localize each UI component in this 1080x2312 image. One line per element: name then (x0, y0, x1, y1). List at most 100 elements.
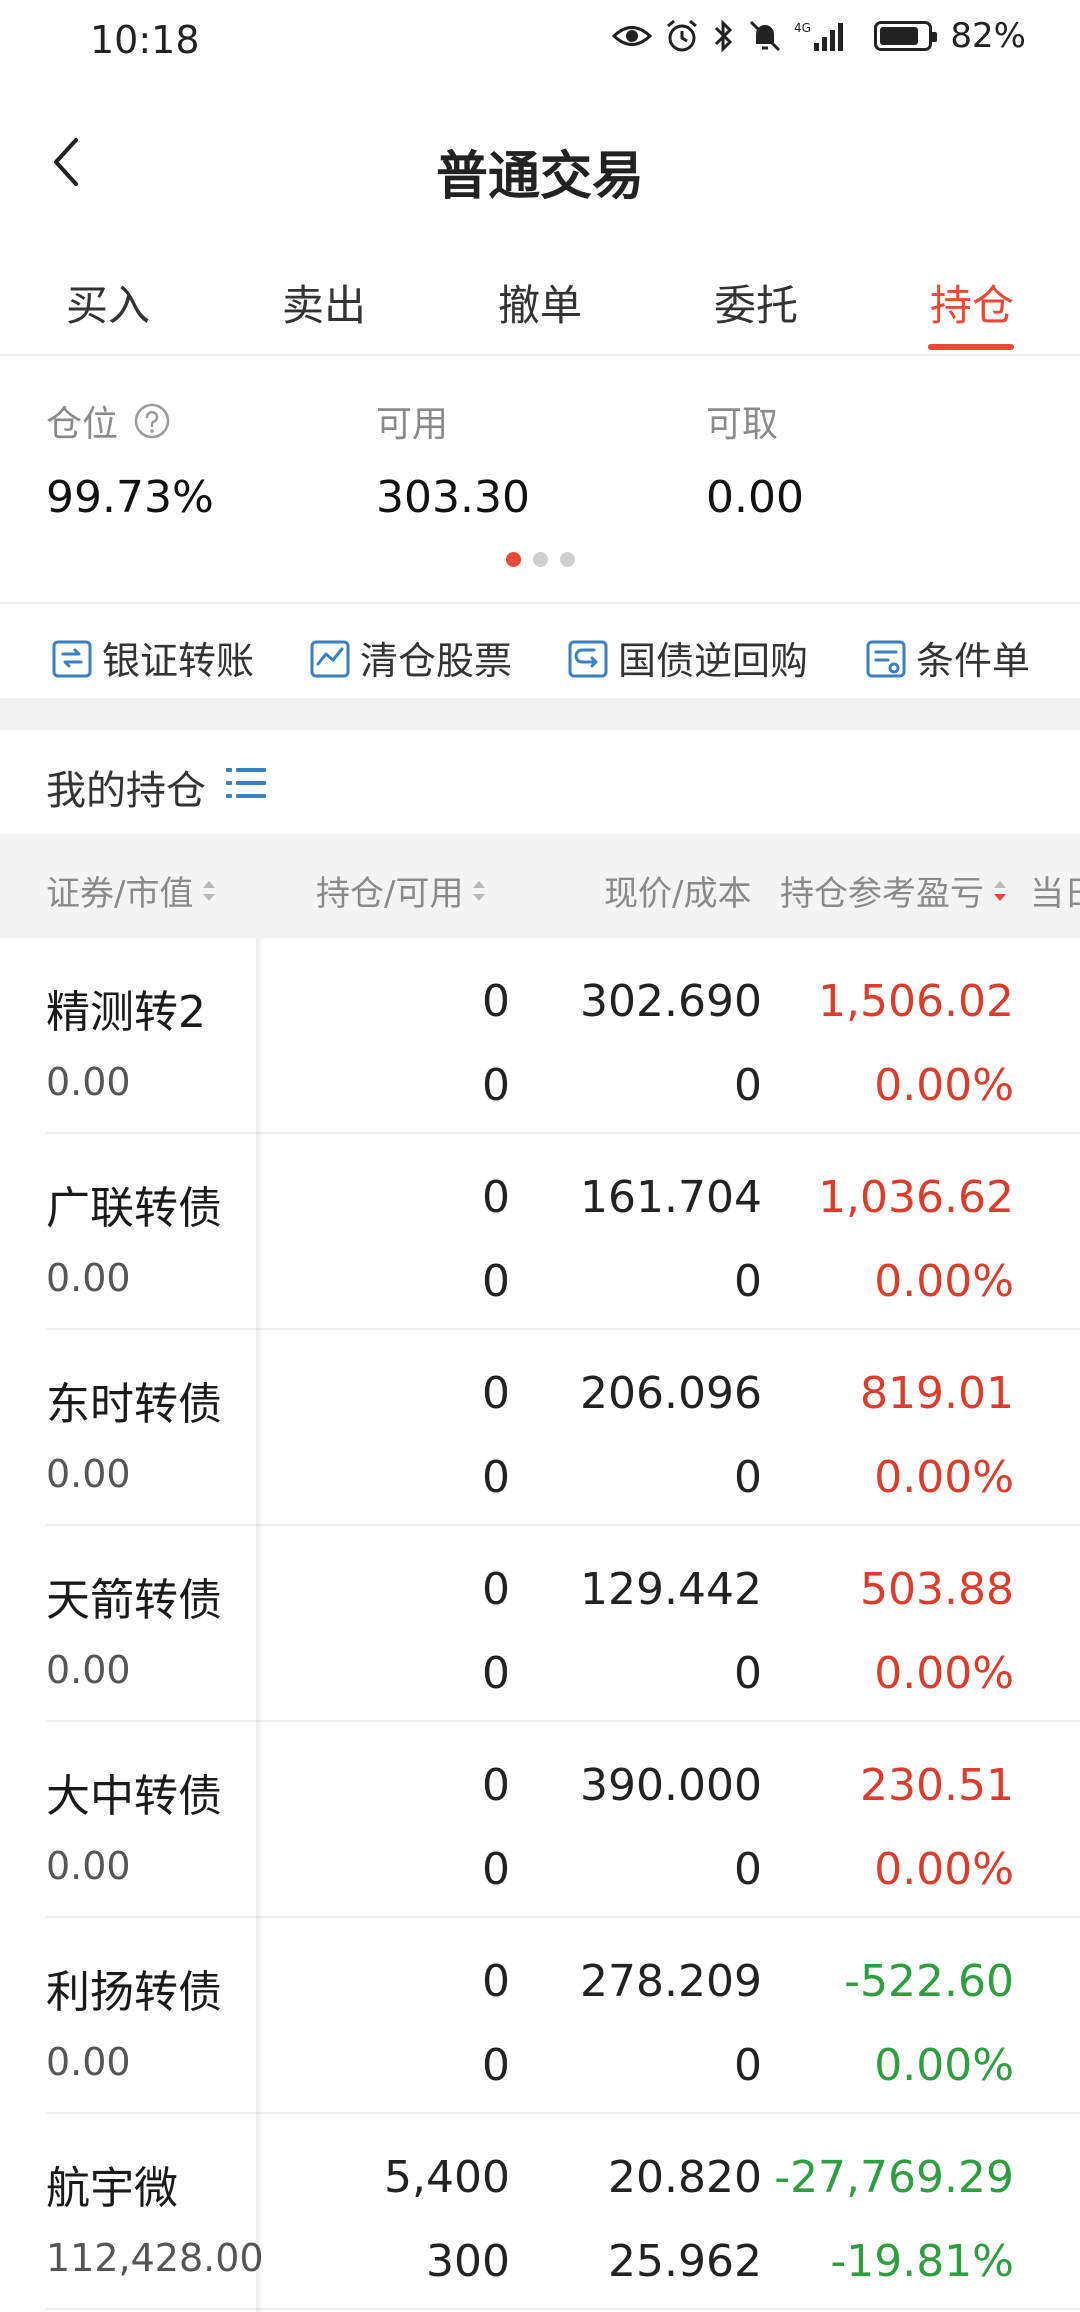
battery-percent: 82% (950, 16, 1026, 56)
help-icon[interactable] (132, 401, 172, 441)
current-price: 206.096 (580, 1368, 762, 1419)
pnl-percent: -19.81% (830, 2236, 1014, 2287)
pnl-percent: 0.00% (874, 1256, 1014, 1307)
available-qty: 0 (482, 2040, 510, 2091)
security-name: 精测转2 (46, 987, 206, 1038)
position-value: 99.73% (46, 472, 214, 523)
market-value: 0.00 (46, 1060, 131, 1104)
clear-stock-button[interactable]: 清仓股票 (306, 630, 512, 685)
page-dot[interactable] (559, 552, 575, 567)
withdrawable-label: 可取 (706, 404, 779, 445)
mute-bell-icon (748, 18, 782, 54)
battery-icon (874, 21, 938, 51)
sort-icon (473, 880, 486, 901)
pnl-amount: -522.60 (844, 1956, 1014, 2007)
available-qty: 0 (482, 1452, 510, 1503)
current-price: 161.704 (580, 1172, 762, 1223)
market-value: 0.00 (46, 2040, 131, 2084)
tab-orders[interactable]: 委托 (714, 272, 798, 333)
pnl-percent: 0.00% (874, 1648, 1014, 1699)
page-indicator (0, 552, 1080, 567)
column-security[interactable]: 证券/市值 (46, 866, 219, 915)
table-row[interactable]: 利扬转债 0.00 0 0 278.209 0 -522.60 0.00% (0, 1918, 1080, 2114)
position-label: 仓位 (46, 404, 119, 445)
pnl-amount: -27,769.29 (774, 2152, 1014, 2203)
tab-positions[interactable]: 持仓 (930, 272, 1014, 333)
quick-actions: 银证转账 清仓股票 国债逆回购 条件单 (0, 606, 1080, 698)
column-position[interactable]: 持仓/可用 (316, 866, 489, 915)
eye-icon (612, 21, 653, 51)
market-value: 0.00 (46, 1452, 131, 1496)
tab-buy[interactable]: 买入 (66, 272, 150, 333)
table-row[interactable]: 广联转债 0.00 0 0 161.704 0 1,036.62 0.00% (0, 1134, 1080, 1330)
current-price: 129.442 (580, 1564, 762, 1615)
pnl-percent: 0.00% (874, 1060, 1014, 1111)
holdings-title: 我的持仓 (46, 768, 206, 814)
condition-order-icon (866, 640, 906, 677)
market-value: 0.00 (46, 1648, 131, 1692)
condition-order-button[interactable]: 条件单 (862, 630, 1030, 685)
withdrawable-value: 0.00 (706, 472, 804, 523)
status-icons: 4G 82% (612, 16, 1026, 56)
column-price[interactable]: 现价/成本 (604, 866, 751, 915)
status-bar: 10:18 4G 82% (0, 0, 1080, 84)
column-today[interactable]: 当日 (1030, 866, 1080, 915)
cost-price: 0 (734, 1060, 762, 1111)
page-dot[interactable] (532, 552, 548, 567)
frozen-column-shadow (256, 938, 264, 2312)
current-price: 302.690 (580, 976, 762, 1027)
sort-desc-icon (994, 880, 1006, 901)
security-name: 天箭转债 (46, 1575, 222, 1626)
available-label: 可用 (376, 404, 449, 445)
pnl-amount: 819.01 (860, 1368, 1014, 1419)
row-divider (46, 2308, 1080, 2310)
market-value: 0.00 (46, 1844, 131, 1888)
pnl-amount: 503.88 (860, 1564, 1014, 1615)
current-price: 390.000 (580, 1760, 762, 1811)
market-value: 0.00 (46, 1256, 131, 1300)
security-name: 东时转债 (46, 1379, 222, 1430)
action-label: 银证转账 (102, 639, 255, 683)
reverse-repo-button[interactable]: 国债逆回购 (564, 630, 808, 685)
pnl-amount: 230.51 (860, 1760, 1014, 1811)
clear-stock-icon (310, 640, 350, 677)
page-dot[interactable] (505, 552, 521, 567)
holdings-table-header: 证券/市值 持仓/可用 现价/成本 持仓参考盈亏 当日 (0, 834, 1080, 938)
cost-price: 25.962 (608, 2236, 762, 2287)
bluetooth-icon (712, 18, 736, 54)
table-row[interactable]: 航宇微 112,428.00 5,400 300 20.820 25.962 -27,769… (0, 2114, 1080, 2310)
table-row[interactable]: 天箭转债 0.00 0 0 129.442 0 503.88 0.00% (0, 1526, 1080, 1722)
tab-cancel[interactable]: 撤单 (498, 272, 582, 333)
sort-icon (203, 880, 216, 901)
reverse-repo-icon (568, 640, 608, 677)
section-divider (0, 698, 1080, 730)
action-label: 条件单 (916, 639, 1031, 683)
svg-text:4G: 4G (794, 21, 811, 35)
security-name: 广联转债 (46, 1183, 222, 1234)
table-row[interactable]: 大中转债 0.00 0 0 390.000 0 230.51 0.00% (0, 1722, 1080, 1918)
status-time: 10:18 (90, 18, 200, 62)
security-name: 利扬转债 (46, 1967, 222, 2018)
table-row[interactable]: 精测转2 0.00 0 0 302.690 0 1,506.02 0.00% (0, 938, 1080, 1134)
holdings-header: 我的持仓 (0, 730, 1080, 834)
column-pnl[interactable]: 持仓参考盈亏 (780, 866, 1010, 915)
alarm-icon (664, 18, 700, 54)
cost-price: 0 (734, 1844, 762, 1895)
bank-transfer-button[interactable]: 银证转账 (48, 630, 254, 685)
position-qty: 0 (482, 976, 510, 1027)
cost-price: 0 (734, 1256, 762, 1307)
active-tab-indicator (928, 344, 1014, 350)
available-qty: 0 (482, 1256, 510, 1307)
security-name: 大中转债 (46, 1771, 222, 1822)
pnl-amount: 1,036.62 (818, 1172, 1014, 1223)
cost-price: 0 (734, 1648, 762, 1699)
table-row[interactable]: 东时转债 0.00 0 0 206.096 0 819.01 0.00% (0, 1330, 1080, 1526)
tab-sell[interactable]: 卖出 (282, 272, 366, 333)
cost-price: 0 (734, 1452, 762, 1503)
action-label: 清仓股票 (360, 639, 513, 683)
security-name: 航宇微 (46, 2163, 178, 2214)
available-qty: 0 (482, 1844, 510, 1895)
position-qty: 0 (482, 1760, 510, 1811)
available-funds: 可用 303.30 (376, 396, 530, 523)
list-icon[interactable] (224, 760, 270, 806)
